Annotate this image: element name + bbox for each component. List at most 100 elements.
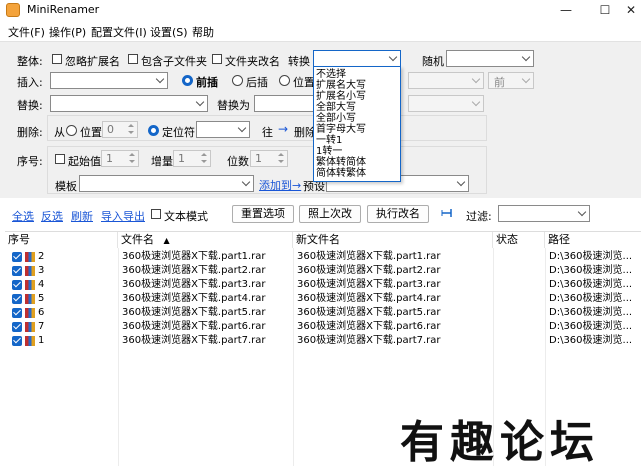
- convert-option-cn-to-num[interactable]: 一转1: [316, 136, 342, 146]
- insert-front-radio[interactable]: [182, 75, 193, 86]
- chevron-down-icon: [195, 97, 205, 107]
- menu-config[interactable]: 配置文件(I): [91, 24, 147, 40]
- col-newname-header[interactable]: 新文件名: [293, 232, 493, 248]
- insert-dir-combo[interactable]: 前: [488, 72, 534, 89]
- repeat-last-button[interactable]: 照上次改: [299, 205, 361, 223]
- minimize-button[interactable]: —: [551, 0, 581, 20]
- row-filename: 360极速浏览器X下载.part1.rar: [122, 251, 266, 262]
- row-seq: 1: [38, 335, 45, 346]
- menu-settings[interactable]: 设置(S): [150, 24, 188, 40]
- app-icon: [6, 3, 20, 17]
- replace-with-label: 替换为: [217, 99, 250, 112]
- sort-ascending-icon: ▲: [163, 236, 170, 245]
- menu-help[interactable]: 帮助: [192, 24, 214, 40]
- table-row[interactable]: 5 360极速浏览器X下载.part4.rar 360极速浏览器X下载.part4.…: [5, 292, 641, 306]
- row-checkbox[interactable]: [12, 294, 22, 304]
- row-checkbox[interactable]: [12, 266, 22, 276]
- delete-from-label: 从: [54, 126, 65, 139]
- insert-ext-combo[interactable]: [408, 72, 484, 89]
- invert-selection-link[interactable]: 反选: [41, 208, 63, 224]
- row-checkbox[interactable]: [12, 252, 22, 262]
- convert-option-num-to-cn[interactable]: 1转一: [316, 147, 342, 157]
- convert-option-trad-to-simp[interactable]: 繁体转简体: [316, 158, 366, 168]
- random-combo[interactable]: [446, 50, 534, 67]
- spin-arrows-icon[interactable]: [199, 152, 209, 165]
- convert-option-all-lower[interactable]: 全部小写: [316, 114, 356, 124]
- replace-label: 替换:: [17, 99, 43, 112]
- delete-position-stepper[interactable]: 0: [102, 121, 138, 138]
- convert-option-simp-to-trad[interactable]: 简体转繁体: [316, 169, 366, 179]
- table-row[interactable]: 3 360极速浏览器X下载.part2.rar 360极速浏览器X下载.part2.…: [5, 264, 641, 278]
- col-seq-header[interactable]: 序号: [5, 232, 118, 248]
- convert-combo[interactable]: [313, 50, 401, 67]
- rar-file-icon: [25, 252, 35, 262]
- table-row[interactable]: 7 360极速浏览器X下载.part6.rar 360极速浏览器X下载.part6.…: [5, 320, 641, 334]
- folder-rename-checkbox[interactable]: [212, 54, 222, 64]
- row-checkbox[interactable]: [12, 308, 22, 318]
- execute-rename-button[interactable]: 执行改名: [367, 205, 429, 223]
- row-seq: 7: [38, 321, 45, 332]
- convert-option-capitalize[interactable]: 首字母大写: [316, 125, 366, 135]
- digits-label: 位数: [227, 155, 249, 168]
- select-all-link[interactable]: 全选: [12, 208, 34, 224]
- row-newname: 360极速浏览器X下载.part4.rar: [297, 293, 441, 304]
- start-value-stepper[interactable]: 1: [101, 150, 139, 167]
- add-to-preset-link[interactable]: 添加到→: [259, 177, 301, 193]
- table-row[interactable]: 1 360极速浏览器X下载.part7.rar 360极速浏览器X下载.part7.…: [5, 334, 641, 348]
- delete-to-label: 往: [262, 126, 273, 139]
- watermark-text: 有趣论坛: [400, 417, 600, 466]
- convert-option-ext-upper[interactable]: 扩展名大写: [316, 81, 366, 91]
- delete-locator-label: 定位符: [162, 126, 195, 139]
- window-title: MiniRenamer: [27, 3, 100, 16]
- reset-options-button[interactable]: 重置选项: [232, 205, 294, 223]
- replace-find-combo[interactable]: [50, 95, 208, 112]
- col-filename-header[interactable]: 文件名 ▲: [118, 232, 293, 248]
- col-path-header[interactable]: 路径: [545, 232, 641, 248]
- convert-option-ext-lower[interactable]: 扩展名小写: [316, 92, 366, 102]
- row-checkbox[interactable]: [12, 322, 22, 332]
- filter-combo[interactable]: [498, 205, 590, 222]
- chevron-down-icon: [471, 97, 481, 107]
- delete-locator-radio[interactable]: [148, 125, 159, 136]
- delete-locator-combo[interactable]: [196, 121, 250, 138]
- text-mode-checkbox[interactable]: [151, 209, 161, 219]
- convert-option-all-upper[interactable]: 全部大写: [316, 103, 356, 113]
- insert-back-radio[interactable]: [232, 75, 243, 86]
- convert-option-none[interactable]: 不选择: [316, 70, 346, 80]
- menu-file[interactable]: 文件(F): [8, 24, 45, 40]
- pin-icon[interactable]: [441, 207, 455, 219]
- row-checkbox[interactable]: [12, 280, 22, 290]
- close-button[interactable]: ✕: [616, 0, 641, 20]
- delete-direction-arrow[interactable]: →: [278, 122, 288, 136]
- import-export-link[interactable]: 导入导出: [101, 208, 145, 224]
- convert-dropdown-list: 不选择 扩展名大写 扩展名小写 全部大写 全部小写 首字母大写 一转1 1转一 …: [313, 66, 401, 182]
- table-row[interactable]: 4 360极速浏览器X下载.part3.rar 360极速浏览器X下载.part3.…: [5, 278, 641, 292]
- table-row[interactable]: 2 360极速浏览器X下载.part1.rar 360极速浏览器X下载.part1.…: [5, 250, 641, 264]
- col-status-header[interactable]: 状态: [493, 232, 545, 248]
- digits-stepper[interactable]: 1: [250, 150, 288, 167]
- menu-operation[interactable]: 操作(P): [49, 24, 86, 40]
- include-subfolder-checkbox[interactable]: [128, 54, 138, 64]
- table-row[interactable]: 6 360极速浏览器X下载.part5.rar 360极速浏览器X下载.part5.…: [5, 306, 641, 320]
- ignore-ext-checkbox[interactable]: [52, 54, 62, 64]
- template-combo[interactable]: [79, 175, 254, 192]
- step-label: 增量: [151, 155, 173, 168]
- refresh-link[interactable]: 刷新: [71, 208, 93, 224]
- template-label: 模板: [55, 180, 77, 193]
- insert-front-label: 前插: [196, 76, 218, 89]
- spin-arrows-icon[interactable]: [276, 152, 286, 165]
- replace-option-combo[interactable]: [408, 95, 484, 112]
- spin-arrows-icon[interactable]: [126, 123, 136, 136]
- delete-position-radio[interactable]: [66, 125, 77, 136]
- insert-position-radio[interactable]: [279, 75, 290, 86]
- start-value-checkbox[interactable]: [55, 154, 65, 164]
- spin-arrows-icon[interactable]: [127, 152, 137, 165]
- ignore-ext-label: 忽略扩展名: [65, 55, 120, 68]
- row-path: D:\360极速浏览...: [549, 321, 633, 332]
- insert-text-combo[interactable]: [50, 72, 168, 89]
- row-filename: 360极速浏览器X下载.part7.rar: [122, 335, 266, 346]
- replace-with-combo[interactable]: [254, 95, 314, 112]
- row-newname: 360极速浏览器X下载.part3.rar: [297, 279, 441, 290]
- row-checkbox[interactable]: [12, 336, 22, 346]
- step-stepper[interactable]: 1: [173, 150, 211, 167]
